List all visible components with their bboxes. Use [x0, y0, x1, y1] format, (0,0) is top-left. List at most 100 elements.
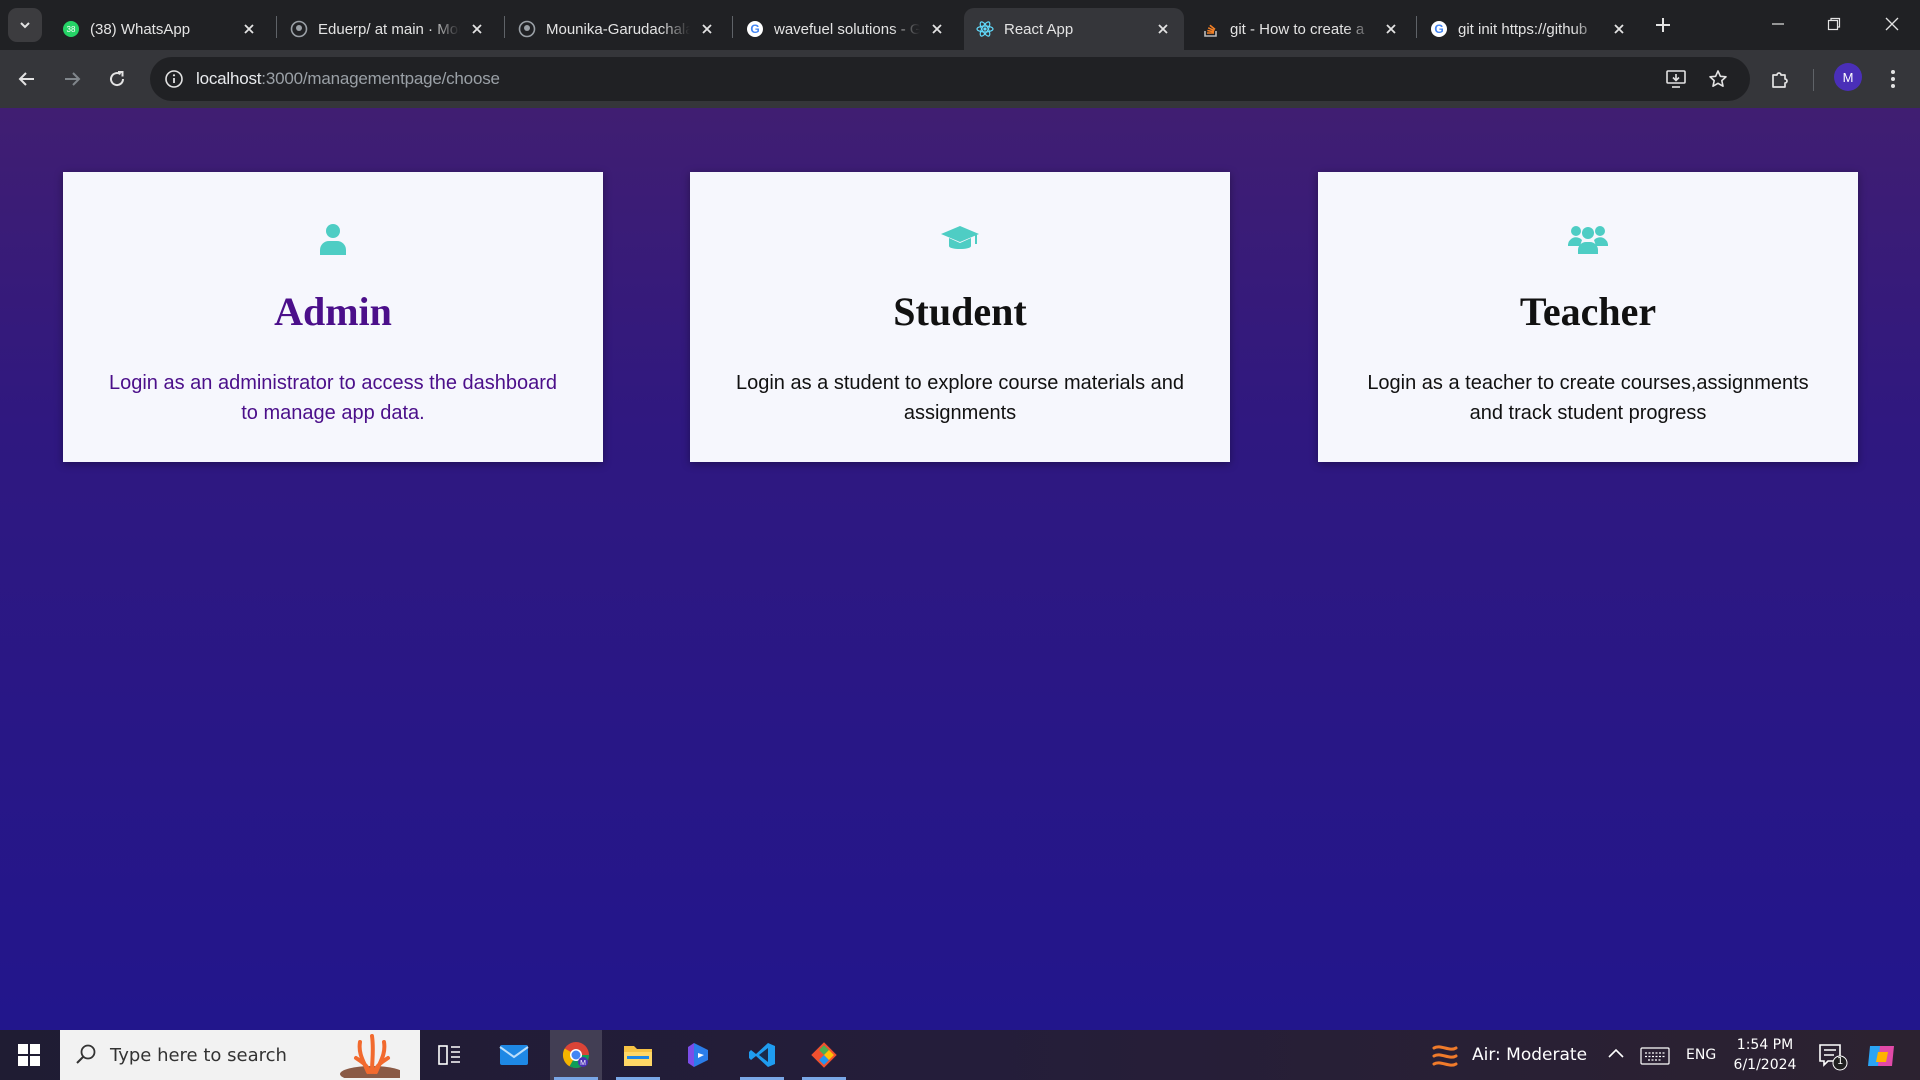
arrow-left-icon: [18, 72, 34, 86]
profile-avatar[interactable]: M: [1834, 63, 1862, 91]
tab-title: git init https://github: [1458, 20, 1588, 38]
url-path: :3000/managementpage/choose: [261, 69, 500, 88]
url-host: localhost: [196, 69, 262, 88]
student-title: Student: [893, 289, 1027, 334]
copilot-tray-icon[interactable]: [1866, 1042, 1896, 1075]
windows-taskbar: Type here to search M Air: Moderate ENG …: [0, 1030, 1920, 1080]
close-icon[interactable]: [1610, 20, 1628, 38]
address-bar[interactable]: localhost:3000/managementpage/choose: [150, 57, 1750, 101]
close-icon[interactable]: [1154, 20, 1172, 38]
tab-google-git-init[interactable]: G git init https://github: [1418, 8, 1640, 50]
google-icon: G: [1430, 20, 1448, 38]
browser-toolbar: localhost:3000/managementpage/choose M: [0, 50, 1920, 108]
tab-title: wavefuel solutions - Google: [774, 20, 920, 38]
github-icon: [290, 20, 308, 38]
weather-status[interactable]: Air: Moderate: [1472, 1045, 1587, 1065]
page-content: Admin Login as an administrator to acces…: [0, 108, 1920, 1030]
tab-github-eduerp[interactable]: Eduerp/ at main · Mounika: [278, 8, 498, 50]
task-view-button[interactable]: [424, 1030, 476, 1080]
chrome-icon: M: [562, 1042, 590, 1069]
tab-title: Eduerp/ at main · Mounika: [318, 20, 460, 38]
mail-app[interactable]: [488, 1030, 540, 1080]
tab-whatsapp[interactable]: 38 (38) WhatsApp: [50, 8, 270, 50]
svg-text:M: M: [580, 1060, 586, 1067]
chevron-up-icon[interactable]: [1607, 1046, 1625, 1065]
notification-count: 1: [1837, 1056, 1844, 1067]
keyboard-icon[interactable]: [1640, 1047, 1670, 1070]
close-icon: [1885, 17, 1899, 31]
tab-react-app[interactable]: React App: [964, 8, 1184, 50]
more-vertical-icon: [1891, 70, 1895, 88]
search-highlight-image: [340, 1034, 400, 1078]
close-window-button[interactable]: [1864, 0, 1920, 48]
teacher-card[interactable]: Teacher Login as a teacher to create cou…: [1318, 172, 1858, 462]
graduation-cap-icon: [690, 222, 1230, 256]
mail-icon: [499, 1045, 529, 1065]
teacher-title: Teacher: [1519, 289, 1657, 334]
vscode-icon: [749, 1043, 775, 1067]
bookmark-star-icon[interactable]: [1702, 63, 1734, 95]
close-icon[interactable]: [468, 20, 486, 38]
notification-center-button[interactable]: 1: [1818, 1043, 1848, 1071]
tab-stackoverflow[interactable]: git - How to create a: [1190, 8, 1412, 50]
tab-title: git - How to create a: [1230, 20, 1365, 38]
close-icon[interactable]: [928, 20, 946, 38]
users-icon: [1318, 222, 1858, 256]
chrome-app[interactable]: M: [550, 1030, 602, 1080]
admin-card[interactable]: Admin Login as an administrator to acces…: [63, 172, 603, 462]
windows-logo-icon: [18, 1044, 40, 1066]
start-button[interactable]: [0, 1030, 58, 1080]
svg-text:38: 38: [67, 25, 76, 34]
svg-text:G: G: [1434, 22, 1443, 36]
clock[interactable]: 1:54 PM 6/1/2024: [1720, 1035, 1810, 1075]
tab-github-profile[interactable]: Mounika-Garudachalam: [506, 8, 728, 50]
language-indicator[interactable]: ENG: [1686, 1047, 1716, 1063]
react-icon: [976, 20, 994, 38]
copilot-app[interactable]: [674, 1030, 726, 1080]
search-placeholder: Type here to search: [110, 1045, 287, 1066]
close-icon[interactable]: [240, 20, 258, 38]
site-info-icon[interactable]: [158, 63, 190, 95]
taskbar-search-box[interactable]: Type here to search: [60, 1030, 420, 1080]
reload-button[interactable]: [99, 61, 135, 97]
tab-google-wavefuel[interactable]: G wavefuel solutions - Google: [734, 8, 958, 50]
tab-separator: [504, 16, 505, 38]
minimize-button[interactable]: [1750, 0, 1806, 48]
copilot-icon: [688, 1043, 708, 1067]
weather-icon: [1432, 1042, 1458, 1075]
stackoverflow-icon: [1202, 20, 1220, 38]
notification-icon: [1819, 1044, 1848, 1071]
plus-icon: [1656, 18, 1670, 32]
arrow-right-icon: [65, 72, 81, 86]
search-icon: [76, 1044, 96, 1064]
admin-description: Login as an administrator to access the …: [108, 372, 558, 424]
teacher-description: Login as a teacher to create courses,ass…: [1367, 372, 1809, 424]
student-card[interactable]: Student Login as a student to explore co…: [690, 172, 1230, 462]
tab-title: (38) WhatsApp: [90, 20, 191, 38]
tab-separator: [732, 16, 733, 38]
vscode-app[interactable]: [736, 1030, 788, 1080]
user-icon: [63, 222, 603, 256]
install-app-icon[interactable]: [1660, 63, 1692, 95]
git-app[interactable]: [798, 1030, 850, 1080]
file-explorer-app[interactable]: [612, 1030, 664, 1080]
restore-button[interactable]: [1806, 0, 1862, 48]
tab-title: Mounika-Garudachalam: [546, 20, 690, 38]
back-button[interactable]: [9, 61, 45, 97]
tab-strip: 38 (38) WhatsApp Eduerp/ at main · Mouni…: [0, 0, 1920, 50]
whatsapp-icon: 38: [62, 20, 80, 38]
extensions-button[interactable]: [1762, 61, 1798, 97]
svg-text:G: G: [750, 22, 759, 36]
forward-button[interactable]: [54, 61, 90, 97]
tab-search-button[interactable]: [8, 8, 42, 42]
menu-button[interactable]: [1875, 61, 1911, 97]
close-icon[interactable]: [698, 20, 716, 38]
new-tab-button[interactable]: [1650, 12, 1676, 38]
restore-icon: [1827, 17, 1841, 31]
git-icon: [811, 1042, 837, 1068]
toolbar-divider: [1813, 69, 1814, 91]
close-icon[interactable]: [1382, 20, 1400, 38]
student-description: Login as a student to explore course mat…: [735, 372, 1185, 424]
minimize-icon: [1772, 23, 1784, 25]
url-text[interactable]: localhost:3000/managementpage/choose: [196, 69, 500, 89]
